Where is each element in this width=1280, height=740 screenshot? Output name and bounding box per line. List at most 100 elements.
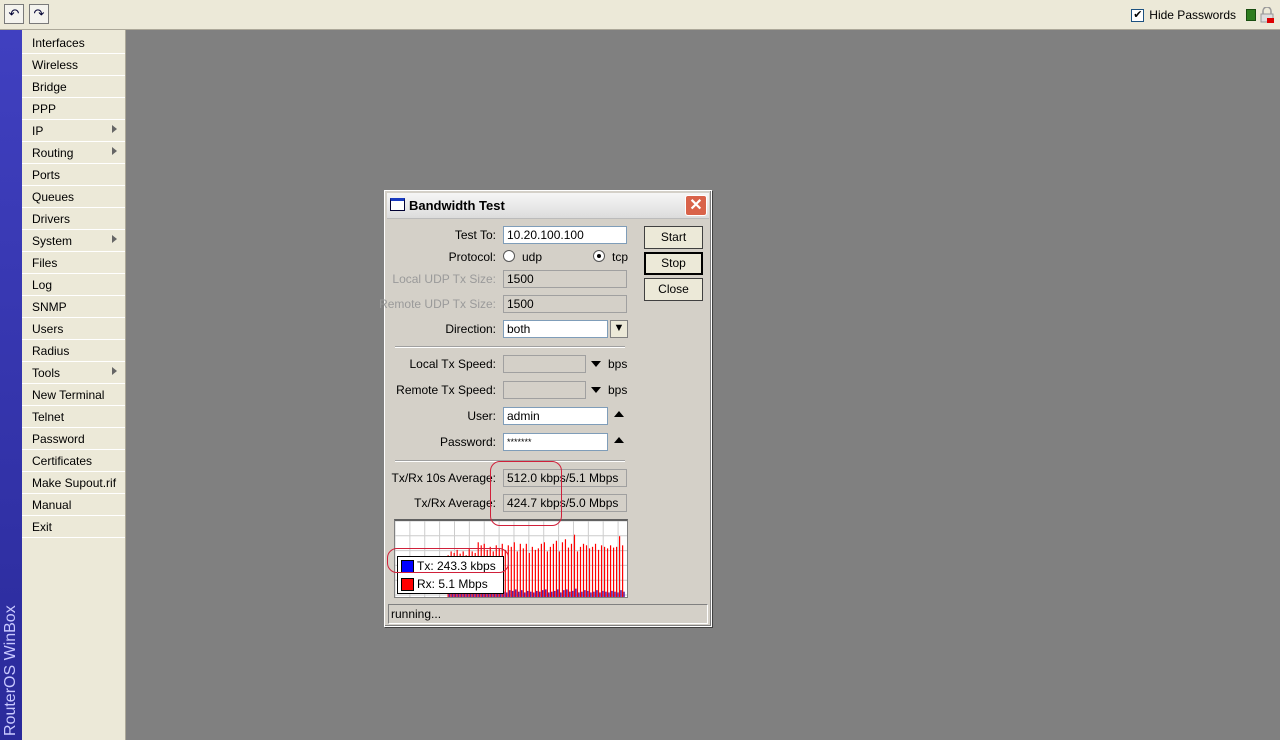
rx-bar [567,547,570,597]
rx-bar [603,546,606,597]
tx-bar [554,590,556,597]
close-button[interactable]: Close [644,278,703,301]
remote-tx-dropdown-icon[interactable] [591,387,601,393]
tx-bar [538,591,541,597]
collapse-icon[interactable] [614,437,624,443]
udp-radio[interactable] [503,250,515,262]
rx-bar [564,539,567,597]
tx-bar [608,592,610,597]
sidebar-item-routing[interactable]: Routing [22,142,125,164]
sidebar-menu: Interfaces Wireless Bridge PPP IP Routing Port… [22,30,126,740]
local-udp-input[interactable]: 1500 [503,270,627,288]
tx-bar [623,591,625,597]
rx-bar [561,542,564,597]
tx-bar [581,591,583,597]
submenu-arrow-icon [112,367,117,375]
checkbox-icon[interactable]: ✔ [1131,8,1145,22]
tcp-radio[interactable] [593,250,605,262]
rx-bar [510,546,512,597]
highlight-annotation [490,461,562,526]
sidebar-item-exit[interactable]: Exit [22,516,125,538]
hide-passwords-label: Hide Passwords [1149,8,1236,22]
status-bar: running... [388,604,708,624]
rx-bar [585,545,588,597]
user-input[interactable]: admin [503,407,608,425]
sidebar-item-make-supout-rif[interactable]: Make Supout.rif [22,472,125,494]
undo-icon[interactable]: ↶ [4,4,24,24]
sidebar-item-label: Manual [32,498,72,512]
start-button[interactable]: Start [644,226,703,249]
rx-bar [606,548,609,597]
stop-button[interactable]: Stop [644,252,703,275]
sidebar-item-files[interactable]: Files [22,252,125,274]
sidebar-item-wireless[interactable]: Wireless [22,54,125,76]
close-icon[interactable]: ✕ [685,195,707,216]
sidebar-item-bridge[interactable]: Bridge [22,76,125,98]
legend-rx: Rx: 5.1 Mbps [398,576,503,593]
rx-bar [552,543,555,597]
sidebar-item-log[interactable]: Log [22,274,125,296]
sidebar-item-new-terminal[interactable]: New Terminal [22,384,125,406]
sidebar-item-label: Interfaces [32,36,85,50]
sidebar-item-snmp[interactable]: SNMP [22,296,125,318]
rx-bar [612,547,615,597]
tx-bar [560,592,562,597]
sidebar-item-interfaces[interactable]: Interfaces [22,32,125,54]
dialog-title: Bandwidth Test [409,198,505,213]
sidebar-item-label: Password [32,432,85,446]
dropdown-icon[interactable]: ▼ [610,320,628,338]
sidebar-item-radius[interactable]: Radius [22,340,125,362]
collapse-icon[interactable] [614,411,624,417]
remote-tx-input[interactable] [503,381,586,399]
sidebar-item-certificates[interactable]: Certificates [22,450,125,472]
avg-label: Tx/Rx Average: [414,496,496,510]
bps-label: bps [608,357,628,371]
sidebar-item-tools[interactable]: Tools [22,362,125,384]
sidebar-item-label: Wireless [32,58,79,72]
redo-icon[interactable]: ↷ [29,4,49,24]
test-to-input[interactable]: 10.20.100.100 [503,226,627,244]
tx-bar [566,589,568,597]
sidebar-item-label: Files [32,256,58,270]
sidebar-item-users[interactable]: Users [22,318,125,340]
tx-bar [620,590,622,597]
local-tx-input[interactable] [503,355,586,373]
sidebar-item-ip[interactable]: IP [22,120,125,142]
remote-tx-label: Remote Tx Speed: [396,383,496,397]
rx-bar [570,543,573,597]
rx-bar [519,543,521,597]
sidebar-item-system[interactable]: System [22,230,125,252]
remote-udp-input[interactable]: 1500 [503,295,627,313]
sidebar-item-ppp[interactable]: PPP [22,98,125,120]
tx-bar [511,590,514,597]
dialog-titlebar[interactable]: Bandwidth Test ✕ [387,193,709,219]
sidebar-item-manual[interactable]: Manual [22,494,125,516]
rx-bar [522,548,524,597]
rx-bar [622,545,624,597]
tx-bar [551,591,553,597]
divider [395,346,625,348]
sidebar-item-queues[interactable]: Queues [22,186,125,208]
rx-color-swatch [401,578,414,591]
sidebar-item-label: PPP [32,102,57,116]
password-input[interactable]: ******* [503,433,608,451]
sidebar-item-label: Certificates [32,454,93,468]
tx-bar [526,590,529,597]
rx-bar [576,551,579,597]
sidebar-item-telnet[interactable]: Telnet [22,406,125,428]
rx-bar [588,548,591,597]
rx-bar [531,546,533,597]
direction-select[interactable]: both [503,320,608,338]
tx-bar [544,589,547,597]
sidebar-item-ports[interactable]: Ports [22,164,125,186]
rx-bar [600,545,603,597]
local-tx-label: Local Tx Speed: [409,357,496,371]
brand-strip: RouterOS WinBox [0,30,22,740]
sidebar-item-label: SNMP [32,300,67,314]
udp-label: udp [522,250,543,264]
sidebar-item-password[interactable]: Password [22,428,125,450]
hide-passwords-checkbox[interactable]: ✔ Hide Passwords [1131,8,1236,22]
sidebar-item-drivers[interactable]: Drivers [22,208,125,230]
rx-bar [546,551,548,597]
local-tx-dropdown-icon[interactable] [591,361,601,367]
